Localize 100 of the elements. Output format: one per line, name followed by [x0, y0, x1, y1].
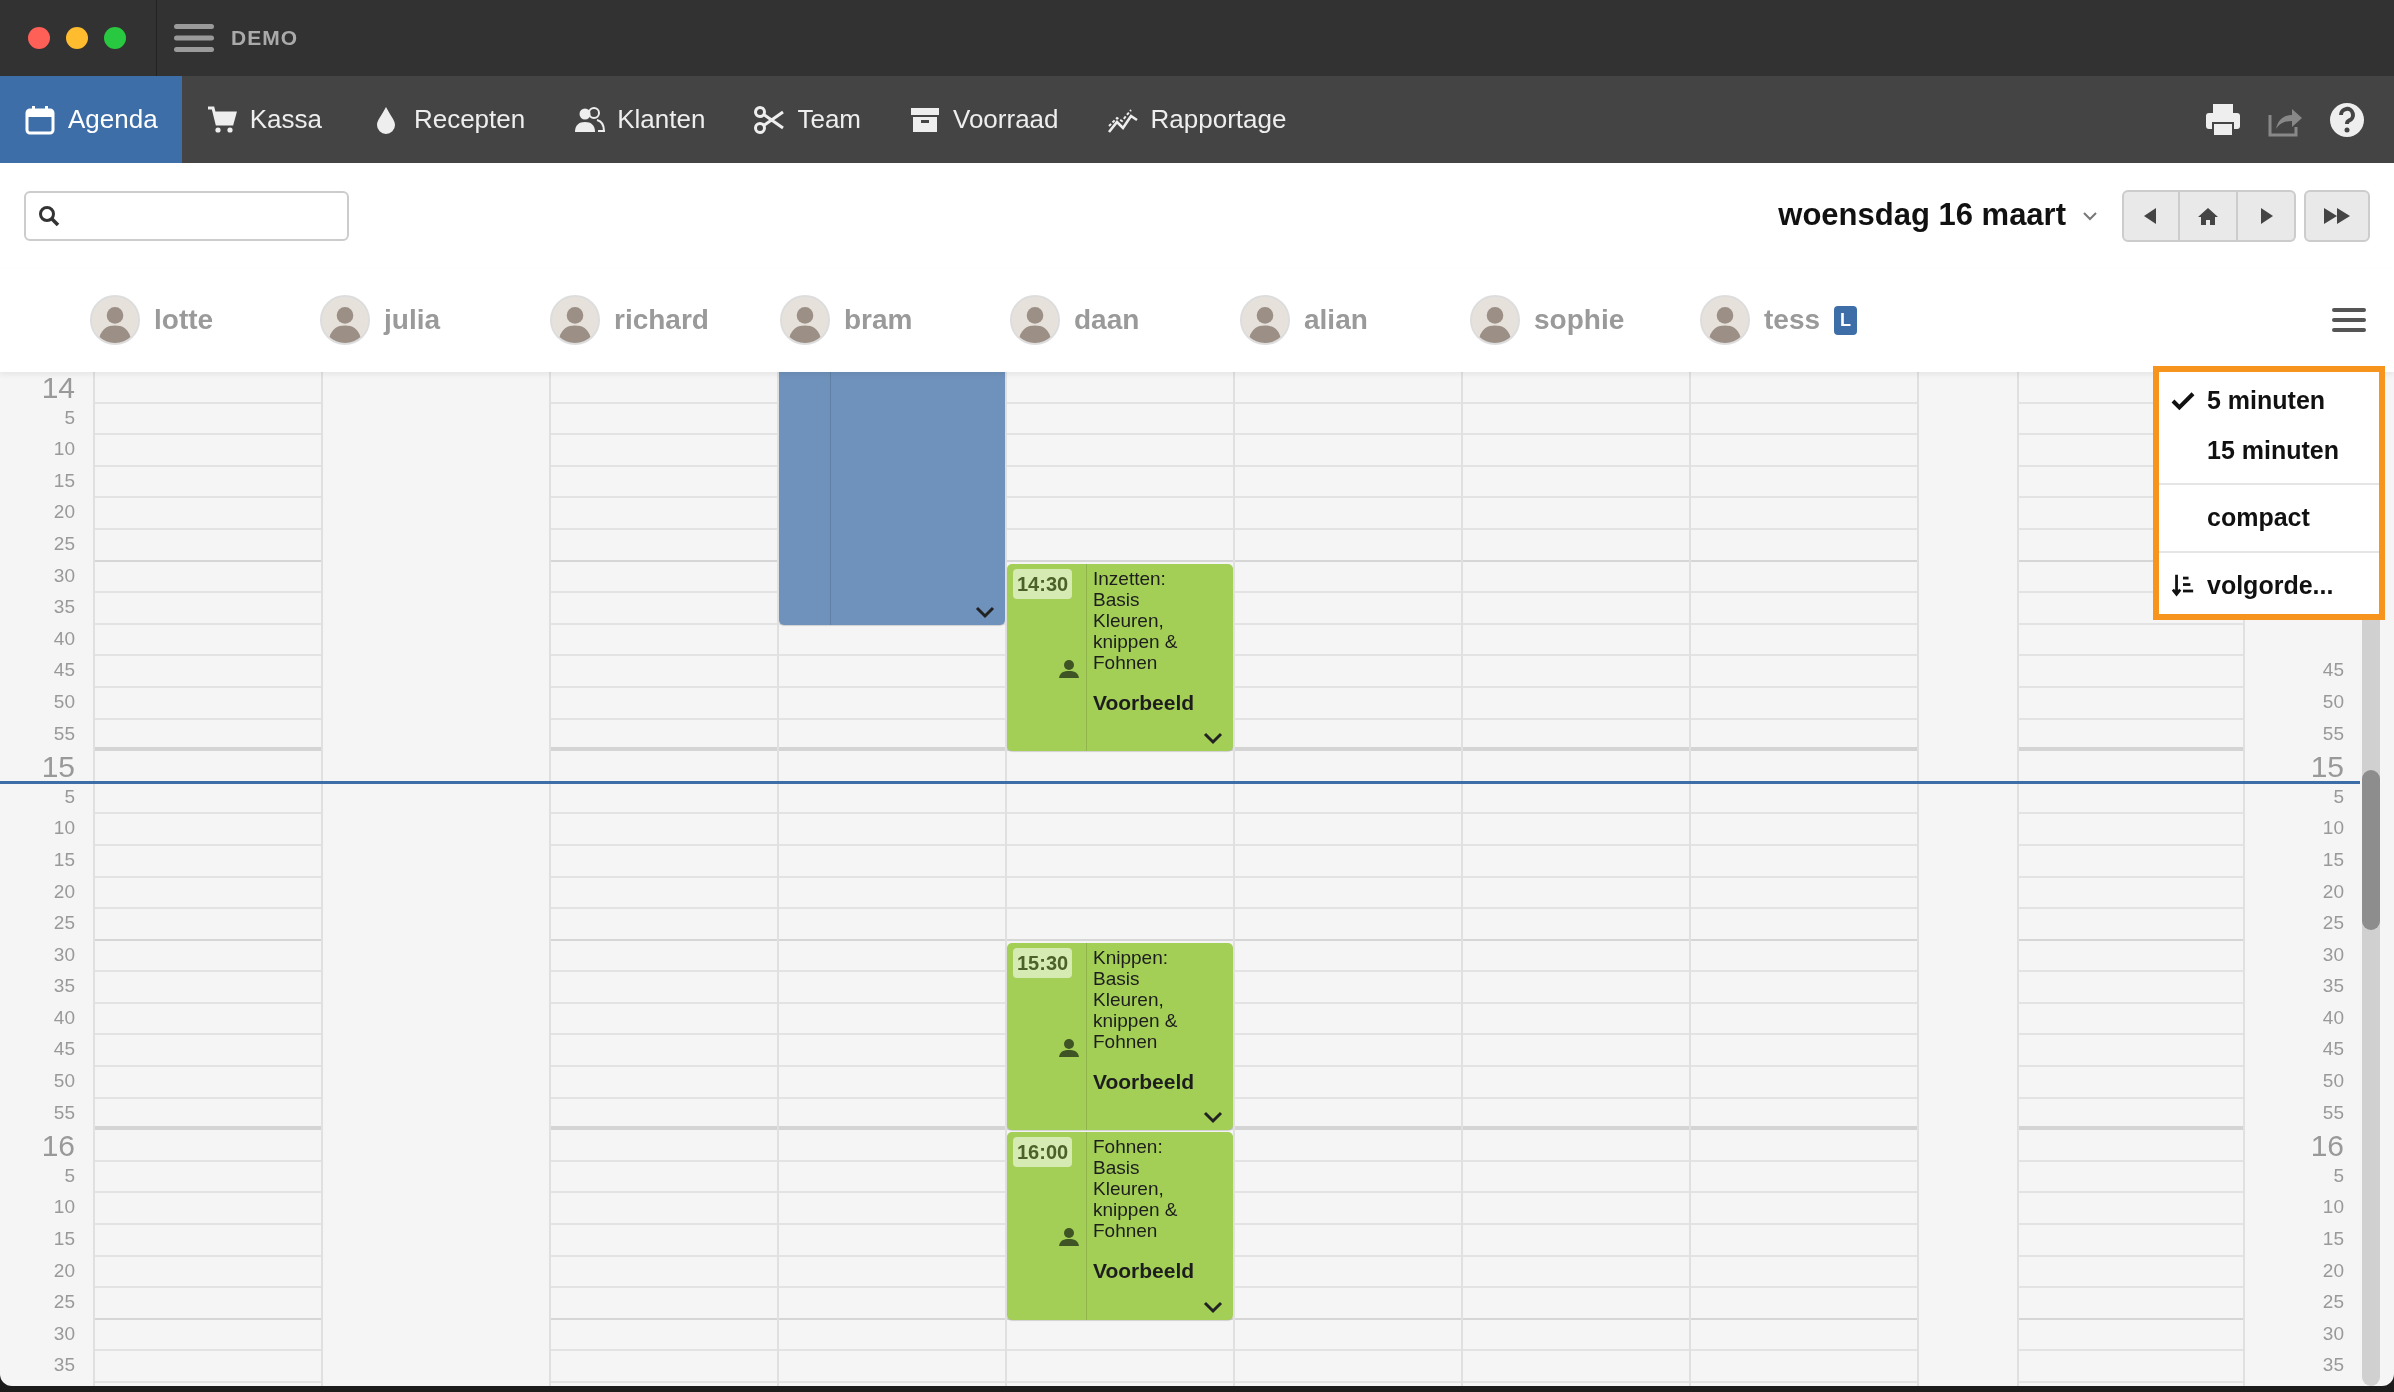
time-label: 35: [53, 1353, 75, 1375]
time-label: 45: [2322, 1037, 2344, 1059]
time-label: 16: [2310, 1130, 2344, 1162]
time-label: 55: [2322, 1100, 2344, 1122]
app-title: DEMO: [231, 25, 298, 52]
time-label: 15:30: [1013, 947, 1073, 978]
menu-icon[interactable]: [173, 23, 215, 53]
time-label: 50: [53, 1069, 75, 1091]
avatar: [1010, 295, 1060, 345]
time-label: 10: [53, 1195, 75, 1217]
nav-tab[interactable]: Recepten: [345, 76, 550, 163]
time-label: 35: [53, 974, 75, 996]
minimize-window-button[interactable]: [66, 27, 88, 49]
time-label: 5: [64, 1163, 75, 1185]
sort-icon: [2171, 573, 2195, 598]
time-label: 30: [53, 942, 75, 964]
chevron-down-icon: [2082, 210, 2098, 221]
time-label: 50: [2322, 689, 2344, 711]
appointment-card[interactable]: 14:30 Inzetten: Basis Kleuren, knippen & Fohnen Voorbeeld: [1007, 563, 1233, 752]
time-label: 55: [53, 721, 75, 743]
calendar-icon: [24, 103, 56, 136]
time-label: 16: [41, 1130, 75, 1162]
time-label: 45: [53, 658, 75, 680]
time-label: 15: [53, 1227, 75, 1249]
time-label: 50: [2322, 1069, 2344, 1091]
time-label: 40: [53, 1005, 75, 1027]
time-label: 15: [53, 468, 75, 490]
chevron-down-icon: [1203, 731, 1223, 746]
maximize-window-button[interactable]: [104, 27, 126, 49]
time-label: 40: [2322, 1005, 2344, 1027]
time-label: 5: [2333, 784, 2344, 806]
today-button[interactable]: [2180, 189, 2238, 242]
time-label: 10: [2322, 1195, 2344, 1217]
customer-name: Voorbeeld: [1093, 689, 1196, 716]
time-label: 45: [2322, 658, 2344, 680]
time-label: 16:00: [1013, 1137, 1073, 1168]
search-field[interactable]: [24, 190, 349, 241]
customer-name: Voorbeeld: [1093, 1068, 1196, 1095]
avatar: [1700, 295, 1750, 345]
nav-tab[interactable]: Team: [729, 76, 885, 163]
nav-tab[interactable]: Agenda: [0, 76, 182, 163]
avatar: [550, 295, 600, 345]
appointment-card[interactable]: 15:30 Knippen: Basis Kleuren, knippen & Fohnen Voorbeeld: [1007, 942, 1233, 1131]
menu-item[interactable]: 5 minuten: [2159, 376, 2379, 426]
time-label: 15: [41, 751, 75, 783]
chevron-down-icon: [1203, 1110, 1223, 1125]
fast-forward-button[interactable]: [2304, 189, 2370, 242]
time-label: 15: [53, 847, 75, 869]
next-day-button[interactable]: [2238, 189, 2296, 242]
nav-tab[interactable]: Kassa: [181, 76, 346, 163]
nav-tab[interactable]: Klanten: [549, 76, 730, 163]
time-label: 50: [53, 689, 75, 711]
close-window-button[interactable]: [28, 27, 50, 49]
appointment-card[interactable]: 16:00 Fohnen: Basis Kleuren, knippen & Fohnen Voorbeeld: [1007, 1132, 1233, 1320]
nav-tab[interactable]: Voorraad: [885, 76, 1083, 163]
time-label: 20: [53, 500, 75, 522]
nav-tab[interactable]: Rapportage: [1082, 76, 1311, 163]
menu-item[interactable]: compact: [2159, 493, 2379, 543]
time-label: 35: [2322, 974, 2344, 996]
person-icon: [1058, 658, 1080, 679]
chevron-down-icon: [975, 604, 995, 619]
time-label: 25: [2322, 1290, 2344, 1312]
chevron-down-icon: [1203, 1300, 1223, 1314]
time-label: 55: [2322, 721, 2344, 743]
avatar: [780, 295, 830, 345]
time-label: 5: [64, 405, 75, 427]
time-label: 45: [53, 1037, 75, 1059]
time-label: 10: [53, 816, 75, 838]
time-label: 15: [2310, 751, 2344, 783]
time-label: 25: [53, 911, 75, 933]
time-label: 15: [2322, 847, 2344, 869]
appointment-description: Inzetten: Basis Kleuren, knippen & Fohnen: [1093, 567, 1179, 673]
previous-day-button[interactable]: [2122, 189, 2180, 242]
check-icon: [2171, 390, 2195, 411]
date-label[interactable]: woensdag 16 maart: [1778, 192, 2066, 239]
time-label: 55: [53, 1100, 75, 1122]
time-label: 20: [53, 879, 75, 901]
avatar: [90, 295, 140, 345]
time-label: 20: [2322, 1258, 2344, 1280]
appointment-description: Fohnen: Basis Kleuren, knippen & Fohnen: [1093, 1136, 1179, 1242]
avatar: [1470, 295, 1520, 345]
scissors-icon: [753, 103, 786, 136]
menu-item[interactable]: volgorde...: [2159, 560, 2379, 610]
time-label: 20: [2322, 879, 2344, 901]
time-label: 40: [53, 626, 75, 648]
person-icon: [1058, 1227, 1080, 1248]
time-label: 25: [53, 1290, 75, 1312]
help-icon[interactable]: [2328, 100, 2366, 139]
time-label: 14: [41, 372, 75, 403]
time-label: 5: [2333, 1163, 2344, 1185]
time-label: 30: [53, 1321, 75, 1343]
time-label: 15: [2322, 1227, 2344, 1249]
menu-item[interactable]: 15 minuten: [2159, 425, 2379, 475]
time-label: 14:30: [1013, 568, 1073, 599]
menu-icon[interactable]: [2332, 307, 2366, 333]
person-icon: [1058, 1037, 1080, 1058]
appointment-description: Knippen: Basis Kleuren, knippen & Fohnen: [1093, 946, 1179, 1052]
customer-name: Voorbeeld: [1093, 1258, 1196, 1285]
search-icon: [38, 204, 60, 227]
time-label: 10: [2322, 816, 2344, 838]
